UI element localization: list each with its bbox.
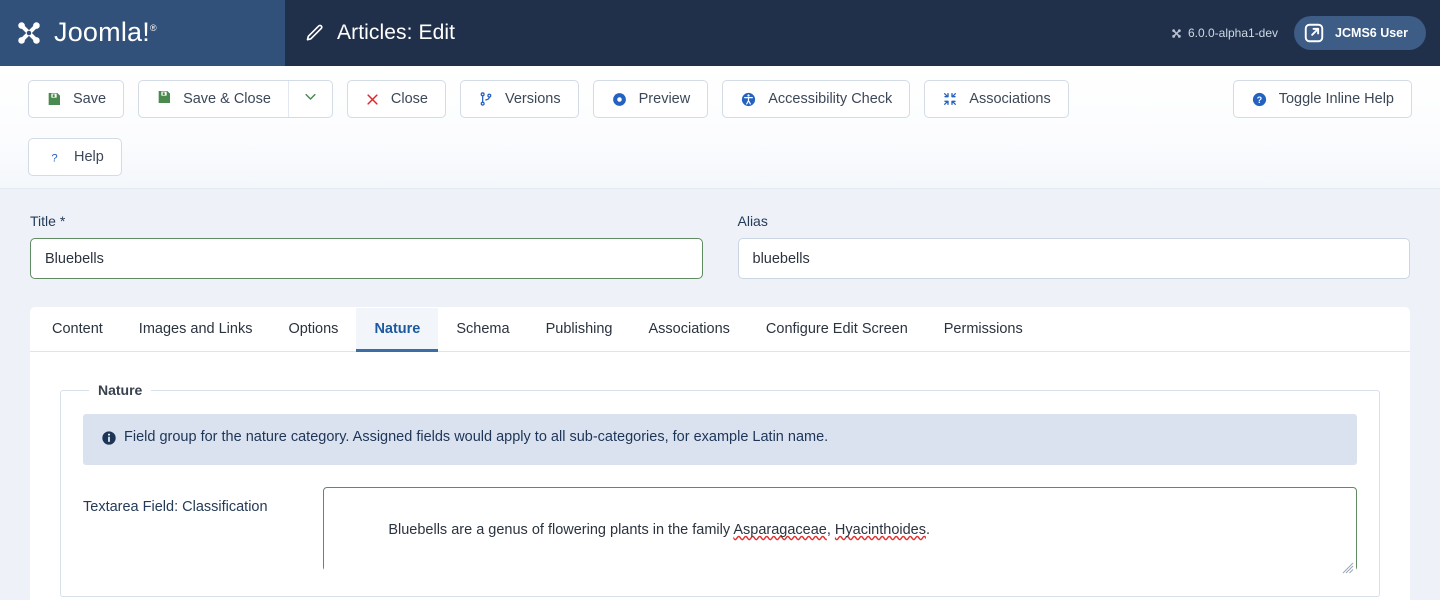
accessibility-check-button[interactable]: Accessibility Check bbox=[722, 80, 910, 118]
classification-textarea-wrap: Bluebells are a genus of flowering plant… bbox=[323, 487, 1357, 576]
title-field-group: Title * bbox=[30, 213, 703, 279]
question-mark-icon: ? bbox=[46, 149, 63, 166]
save-floppy-icon bbox=[156, 89, 172, 109]
external-link-icon bbox=[1303, 22, 1325, 44]
toggle-inline-help-button[interactable]: ? Toggle Inline Help bbox=[1233, 80, 1412, 118]
tab-publishing[interactable]: Publishing bbox=[528, 308, 631, 352]
brand-block[interactable]: Joomla!® bbox=[0, 0, 285, 66]
save-close-split-button: Save & Close bbox=[138, 80, 333, 118]
associations-button-label: Associations bbox=[969, 91, 1050, 107]
tab-nature[interactable]: Nature bbox=[356, 308, 438, 352]
nature-fieldset-legend: Nature bbox=[89, 382, 151, 398]
toggle-inline-help-label: Toggle Inline Help bbox=[1279, 91, 1394, 107]
tab-associations[interactable]: Associations bbox=[631, 308, 748, 352]
versions-button-label: Versions bbox=[505, 91, 561, 107]
tab-bar: ContentImages and LinksOptionsNatureSche… bbox=[30, 307, 1410, 352]
chevron-down-icon bbox=[303, 89, 318, 109]
alias-input[interactable] bbox=[738, 238, 1411, 279]
nature-info-alert: Field group for the nature category. Ass… bbox=[83, 414, 1357, 465]
accessibility-check-label: Accessibility Check bbox=[768, 91, 892, 107]
alias-field-group: Alias bbox=[738, 213, 1411, 279]
close-button[interactable]: Close bbox=[347, 80, 446, 118]
arrows-in-icon bbox=[942, 91, 958, 107]
code-branch-icon bbox=[478, 91, 494, 107]
tab-schema[interactable]: Schema bbox=[438, 308, 527, 352]
question-circle-icon: ? bbox=[1251, 91, 1268, 108]
user-menu-button[interactable]: JCMS6 User bbox=[1294, 16, 1426, 50]
classification-label: Textarea Field: Classification bbox=[83, 487, 323, 515]
title-alias-row: Title * Alias bbox=[30, 213, 1410, 279]
edit-tabs-card: ContentImages and LinksOptionsNatureSche… bbox=[30, 307, 1410, 600]
trademark-mark: ® bbox=[150, 23, 157, 33]
user-name-label: JCMS6 User bbox=[1335, 26, 1408, 40]
page-title: Articles: Edit bbox=[337, 21, 455, 45]
joomla-mini-icon bbox=[1170, 27, 1183, 40]
classification-field-row: Textarea Field: Classification Bluebells… bbox=[83, 487, 1357, 576]
info-circle-icon bbox=[101, 430, 117, 450]
save-and-close-button[interactable]: Save & Close bbox=[139, 81, 288, 117]
classification-textarea[interactable] bbox=[323, 487, 1357, 571]
help-button-label: Help bbox=[74, 149, 104, 165]
nature-tab-panel: Nature Field group for the nature catego… bbox=[30, 352, 1410, 600]
close-button-label: Close bbox=[391, 91, 428, 107]
tab-configure-edit-screen[interactable]: Configure Edit Screen bbox=[748, 308, 926, 352]
brand-name: Joomla!® bbox=[54, 19, 157, 46]
version-info: 6.0.0-alpha1-dev bbox=[1170, 26, 1278, 40]
alias-label: Alias bbox=[738, 213, 1411, 229]
svg-text:?: ? bbox=[51, 152, 57, 164]
tab-options[interactable]: Options bbox=[270, 308, 356, 352]
associations-button[interactable]: Associations bbox=[924, 80, 1068, 118]
save-options-dropdown-toggle[interactable] bbox=[288, 81, 332, 117]
version-label: 6.0.0-alpha1-dev bbox=[1188, 26, 1278, 40]
title-label: Title * bbox=[30, 213, 703, 229]
accessibility-icon bbox=[740, 91, 757, 108]
app-header: Joomla!® Articles: Edit 6.0.0-al bbox=[0, 0, 1440, 66]
article-identity-form: Title * Alias bbox=[0, 189, 1440, 279]
title-input[interactable] bbox=[30, 238, 703, 279]
nature-fieldset: Nature Field group for the nature catego… bbox=[60, 382, 1380, 597]
save-button[interactable]: Save bbox=[28, 80, 124, 118]
eye-icon bbox=[611, 91, 628, 108]
save-and-close-label: Save & Close bbox=[183, 91, 271, 107]
save-button-label: Save bbox=[73, 91, 106, 107]
preview-button[interactable]: Preview bbox=[593, 80, 709, 118]
tab-content[interactable]: Content bbox=[34, 308, 121, 352]
versions-button[interactable]: Versions bbox=[460, 80, 579, 118]
editor-toolbar: Save Save & Close Close Versions bbox=[0, 66, 1440, 189]
page-title-area: Articles: Edit bbox=[285, 0, 1170, 66]
header-right-area: 6.0.0-alpha1-dev JCMS6 User bbox=[1170, 0, 1440, 66]
tab-permissions[interactable]: Permissions bbox=[926, 308, 1041, 352]
help-button[interactable]: ? Help bbox=[28, 138, 122, 176]
joomla-logo-icon bbox=[12, 16, 46, 50]
tab-images-and-links[interactable]: Images and Links bbox=[121, 308, 271, 352]
pencil-icon bbox=[305, 23, 325, 43]
save-floppy-icon bbox=[46, 91, 62, 107]
close-x-icon bbox=[365, 92, 380, 107]
nature-info-alert-text: Field group for the nature category. Ass… bbox=[124, 429, 828, 445]
preview-button-label: Preview bbox=[639, 91, 691, 107]
svg-text:?: ? bbox=[1257, 94, 1262, 104]
